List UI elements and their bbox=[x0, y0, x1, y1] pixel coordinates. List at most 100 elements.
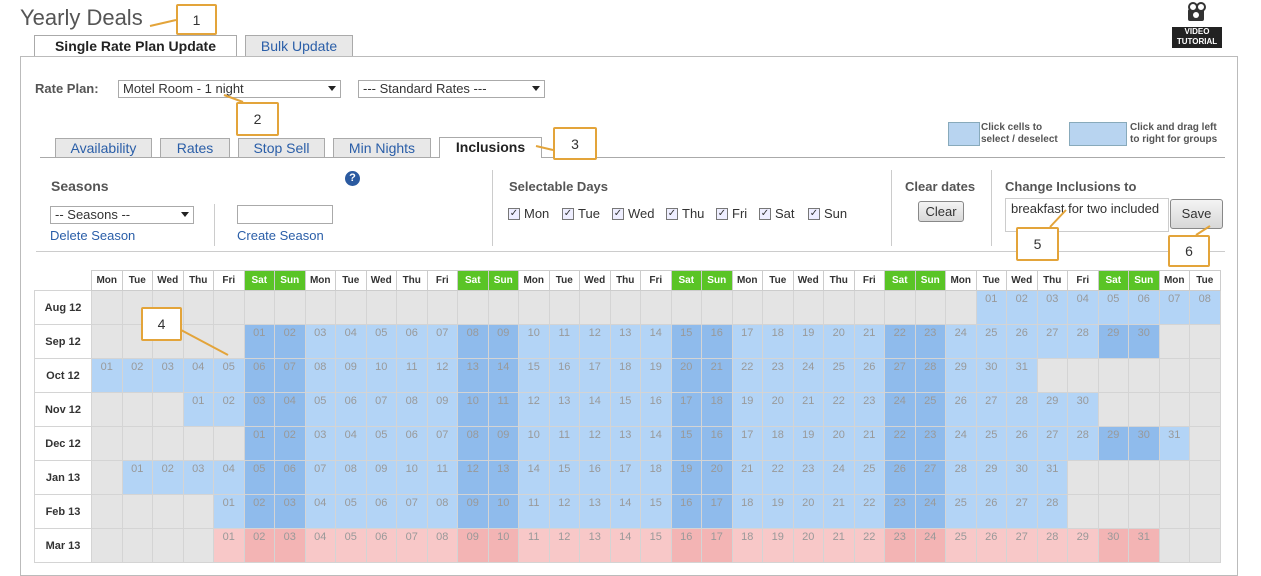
day-cell[interactable]: 24 bbox=[823, 460, 855, 495]
day-cell[interactable]: 24 bbox=[945, 324, 977, 359]
day-cell[interactable]: 26 bbox=[945, 392, 977, 427]
day-cell[interactable]: 16 bbox=[701, 426, 733, 461]
day-cell[interactable]: 07 bbox=[426, 324, 458, 359]
day-cell[interactable]: 22 bbox=[884, 426, 916, 461]
day-cell[interactable]: 05 bbox=[365, 426, 397, 461]
day-cell[interactable]: 26 bbox=[975, 528, 1007, 563]
day-cell[interactable]: 25 bbox=[945, 494, 977, 529]
day-cell[interactable]: 05 bbox=[243, 460, 275, 495]
day-cell[interactable]: 13 bbox=[609, 426, 641, 461]
day-cell[interactable]: 15 bbox=[640, 528, 672, 563]
day-cell[interactable]: 13 bbox=[609, 324, 641, 359]
day-cell[interactable]: 16 bbox=[670, 494, 702, 529]
day-cell[interactable]: 20 bbox=[701, 460, 733, 495]
day-cell[interactable]: 03 bbox=[182, 460, 214, 495]
day-cell[interactable]: 30 bbox=[1128, 324, 1160, 359]
day-cell[interactable]: 14 bbox=[640, 426, 672, 461]
day-cell[interactable]: 21 bbox=[823, 494, 855, 529]
create-season-link[interactable]: Create Season bbox=[237, 228, 324, 243]
day-cell[interactable]: 19 bbox=[762, 494, 794, 529]
day-cell[interactable]: 27 bbox=[1036, 324, 1068, 359]
day-cell[interactable]: 24 bbox=[884, 392, 916, 427]
day-cell[interactable]: 28 bbox=[1036, 528, 1068, 563]
day-cell[interactable]: 21 bbox=[731, 460, 763, 495]
day-cell[interactable]: 10 bbox=[487, 494, 519, 529]
day-cell[interactable]: 14 bbox=[609, 528, 641, 563]
day-cell[interactable]: 03 bbox=[152, 358, 184, 393]
checkbox-thu[interactable]: ✓ Thu bbox=[666, 206, 704, 221]
day-cell[interactable]: 19 bbox=[792, 426, 824, 461]
day-cell[interactable]: 10 bbox=[396, 460, 428, 495]
day-cell[interactable]: 28 bbox=[1036, 494, 1068, 529]
day-cell[interactable]: 11 bbox=[548, 426, 580, 461]
day-cell[interactable]: 07 bbox=[304, 460, 336, 495]
day-cell[interactable]: 02 bbox=[243, 494, 275, 529]
day-cell[interactable]: 10 bbox=[365, 358, 397, 393]
tab-availability[interactable]: Availability bbox=[55, 138, 152, 157]
day-cell[interactable]: 31 bbox=[1036, 460, 1068, 495]
day-cell[interactable]: 21 bbox=[853, 324, 885, 359]
delete-season-link[interactable]: Delete Season bbox=[50, 228, 135, 243]
day-cell[interactable]: 02 bbox=[152, 460, 184, 495]
day-cell[interactable]: 11 bbox=[548, 324, 580, 359]
day-cell[interactable]: 21 bbox=[853, 426, 885, 461]
day-cell[interactable]: 03 bbox=[274, 494, 306, 529]
day-cell[interactable]: 14 bbox=[579, 392, 611, 427]
day-cell[interactable]: 31 bbox=[1158, 426, 1190, 461]
day-cell[interactable]: 08 bbox=[426, 494, 458, 529]
day-cell[interactable]: 15 bbox=[670, 426, 702, 461]
day-cell[interactable]: 10 bbox=[457, 392, 489, 427]
day-cell[interactable]: 02 bbox=[243, 528, 275, 563]
day-cell[interactable]: 12 bbox=[579, 324, 611, 359]
day-cell[interactable]: 24 bbox=[914, 528, 946, 563]
day-cell[interactable]: 08 bbox=[1189, 290, 1221, 325]
day-cell[interactable]: 09 bbox=[457, 494, 489, 529]
day-cell[interactable]: 22 bbox=[853, 494, 885, 529]
day-cell[interactable]: 07 bbox=[1158, 290, 1190, 325]
day-cell[interactable]: 25 bbox=[975, 426, 1007, 461]
checkbox-fri[interactable]: ✓ Fri bbox=[716, 206, 747, 221]
tab-stop-sell[interactable]: Stop Sell bbox=[238, 138, 325, 157]
day-cell[interactable]: 10 bbox=[518, 324, 550, 359]
day-cell[interactable]: 02 bbox=[1006, 290, 1038, 325]
day-cell[interactable]: 20 bbox=[792, 528, 824, 563]
day-cell[interactable]: 11 bbox=[518, 528, 550, 563]
day-cell[interactable]: 29 bbox=[1036, 392, 1068, 427]
day-cell[interactable]: 08 bbox=[335, 460, 367, 495]
day-cell[interactable]: 17 bbox=[731, 426, 763, 461]
day-cell[interactable]: 01 bbox=[243, 426, 275, 461]
day-cell[interactable]: 04 bbox=[182, 358, 214, 393]
day-cell[interactable]: 29 bbox=[1097, 426, 1129, 461]
day-cell[interactable]: 17 bbox=[579, 358, 611, 393]
day-cell[interactable]: 07 bbox=[365, 392, 397, 427]
day-cell[interactable]: 22 bbox=[884, 324, 916, 359]
day-cell[interactable]: 22 bbox=[823, 392, 855, 427]
day-cell[interactable]: 23 bbox=[884, 528, 916, 563]
day-cell[interactable]: 24 bbox=[945, 426, 977, 461]
day-cell[interactable]: 17 bbox=[609, 460, 641, 495]
day-cell[interactable]: 29 bbox=[945, 358, 977, 393]
day-cell[interactable]: 03 bbox=[1036, 290, 1068, 325]
day-cell[interactable]: 22 bbox=[853, 528, 885, 563]
day-cell[interactable]: 21 bbox=[701, 358, 733, 393]
day-cell[interactable]: 01 bbox=[213, 494, 245, 529]
day-cell[interactable]: 16 bbox=[670, 528, 702, 563]
day-cell[interactable]: 01 bbox=[182, 392, 214, 427]
tab-single-rate-plan-update[interactable]: Single Rate Plan Update bbox=[34, 35, 237, 57]
day-cell[interactable]: 13 bbox=[548, 392, 580, 427]
day-cell[interactable]: 11 bbox=[487, 392, 519, 427]
day-cell[interactable]: 12 bbox=[518, 392, 550, 427]
tab-bulk-update[interactable]: Bulk Update bbox=[245, 35, 353, 56]
day-cell[interactable]: 03 bbox=[304, 324, 336, 359]
season-name-input[interactable] bbox=[237, 205, 333, 224]
day-cell[interactable]: 23 bbox=[792, 460, 824, 495]
day-cell[interactable]: 02 bbox=[121, 358, 153, 393]
day-cell[interactable]: 06 bbox=[396, 426, 428, 461]
day-cell[interactable]: 25 bbox=[853, 460, 885, 495]
day-cell[interactable]: 20 bbox=[792, 494, 824, 529]
day-cell[interactable]: 12 bbox=[548, 528, 580, 563]
day-cell[interactable]: 15 bbox=[518, 358, 550, 393]
day-cell[interactable]: 06 bbox=[243, 358, 275, 393]
day-cell[interactable]: 29 bbox=[1097, 324, 1129, 359]
day-cell[interactable]: 30 bbox=[1097, 528, 1129, 563]
